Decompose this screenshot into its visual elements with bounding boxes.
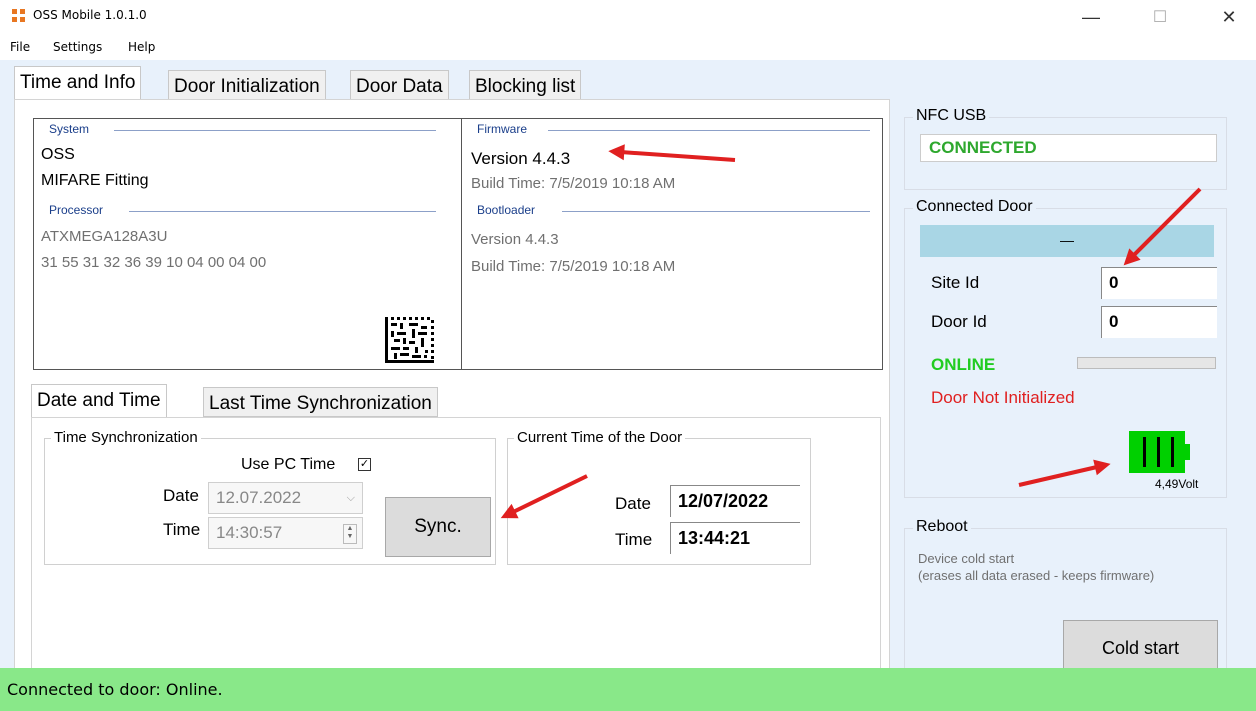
- date-time-panel: Time Synchronization Use PC Time ✓ Date …: [31, 417, 881, 687]
- use-pc-time-label: Use PC Time: [241, 456, 336, 473]
- tab-blocking-list[interactable]: Blocking list: [469, 70, 582, 100]
- time-sync-legend: Time Synchronization: [51, 429, 201, 446]
- minimize-button[interactable]: —: [1068, 0, 1114, 34]
- bootloader-legend: Bootloader: [474, 203, 539, 217]
- system-name: OSS: [41, 146, 75, 163]
- battery-icon: [1129, 431, 1190, 473]
- processor-serial: 31 55 31 32 36 39 10 04 00 04 00: [41, 254, 267, 271]
- sync-time-label: Time: [163, 520, 201, 539]
- firmware-legend: Firmware: [474, 122, 530, 136]
- title-bar: OSS Mobile 1.0.1.0 — ☐ ✕: [0, 0, 1256, 34]
- window-title: OSS Mobile 1.0.1.0: [33, 8, 147, 22]
- signal-progress-bar: [1077, 357, 1216, 369]
- status-bar: Connected to door: Online.: [0, 668, 1256, 711]
- door-id-label: Door Id: [931, 312, 987, 331]
- time-sync-group: Time Synchronization Use PC Time ✓ Date …: [44, 429, 496, 565]
- maximize-button[interactable]: ☐: [1137, 0, 1183, 34]
- door-id-field: 0: [1101, 306, 1217, 338]
- sync-date-value: 12.07.2022: [216, 488, 302, 507]
- reboot-description-1: Device cold start: [918, 551, 1015, 566]
- nfc-usb-legend: NFC USB: [913, 107, 990, 125]
- nfc-status-field: CONNECTED: [920, 134, 1217, 162]
- tab-door-data[interactable]: Door Data: [350, 70, 449, 100]
- firmware-version: Version 4.4.3: [471, 149, 571, 168]
- status-text: Connected to door: Online.: [7, 680, 223, 699]
- tab-last-time-synchronization[interactable]: Last Time Synchronization: [203, 387, 438, 417]
- menu-file[interactable]: File: [10, 40, 30, 54]
- sync-date-label: Date: [163, 486, 199, 505]
- menu-help[interactable]: Help: [128, 40, 155, 54]
- connected-door-group: Connected Door — Site Id 0 Door Id 0 ONL…: [904, 198, 1227, 498]
- reboot-description-2: (erases all data erased - keeps firmware…: [918, 568, 1155, 583]
- connected-door-legend: Connected Door: [913, 198, 1036, 216]
- reboot-legend: Reboot: [913, 518, 971, 536]
- bootloader-build-time: Build Time: 7/5/2019 10:18 AM: [471, 258, 676, 275]
- firmware-build-time: Build Time: 7/5/2019 10:18 AM: [471, 175, 676, 192]
- processor-model: ATXMEGA128A3U: [41, 228, 168, 245]
- time-info-panel: System OSS MIFARE Fitting Processor ATXM…: [14, 99, 890, 706]
- processor-legend: Processor: [46, 203, 107, 217]
- system-info-box: System OSS MIFARE Fitting Processor ATXM…: [33, 118, 466, 370]
- door-date-label: Date: [615, 494, 651, 513]
- close-button[interactable]: ✕: [1206, 0, 1252, 34]
- tab-door-initialization[interactable]: Door Initialization: [168, 70, 326, 100]
- door-date-field: 12/07/2022: [670, 485, 800, 517]
- door-init-status: Door Not Initialized: [931, 388, 1075, 407]
- sync-date-picker[interactable]: 12.07.2022 ⌵: [208, 482, 363, 514]
- nfc-usb-group: NFC USB CONNECTED: [904, 107, 1227, 190]
- door-time-legend: Current Time of the Door: [514, 429, 686, 446]
- system-legend: System: [46, 122, 93, 136]
- menu-settings[interactable]: Settings: [53, 40, 102, 54]
- main-content: Time and Info Door Initialization Door D…: [0, 60, 1256, 706]
- tab-time-and-info[interactable]: Time and Info: [14, 66, 142, 100]
- door-time-label: Time: [615, 530, 653, 549]
- online-status: ONLINE: [931, 355, 996, 374]
- sync-button[interactable]: Sync.: [385, 497, 491, 557]
- bootloader-version: Version 4.4.3: [471, 231, 559, 248]
- sync-time-value: 14:30:57: [216, 523, 283, 542]
- battery-voltage: 4,49Volt: [1155, 477, 1199, 491]
- door-name-bar: —: [920, 225, 1214, 257]
- tab-date-and-time[interactable]: Date and Time: [31, 384, 167, 418]
- spinner-updown-icon[interactable]: ▲ ▼: [343, 524, 357, 544]
- app-logo-icon: [12, 9, 26, 23]
- door-time-field: 13:44:21: [670, 522, 800, 554]
- menu-bar: File Settings Help: [0, 36, 1256, 58]
- system-type: MIFARE Fitting: [41, 172, 149, 189]
- site-id-label: Site Id: [931, 273, 980, 292]
- use-pc-time-checkbox[interactable]: ✓: [358, 458, 371, 471]
- chevron-down-icon[interactable]: ⌵: [347, 483, 355, 513]
- sync-time-picker[interactable]: 14:30:57 ▲ ▼: [208, 517, 363, 549]
- door-time-group: Current Time of the Door Date 12/07/2022…: [507, 429, 811, 565]
- site-id-field: 0: [1101, 267, 1217, 299]
- datamatrix-code-icon: [385, 317, 434, 363]
